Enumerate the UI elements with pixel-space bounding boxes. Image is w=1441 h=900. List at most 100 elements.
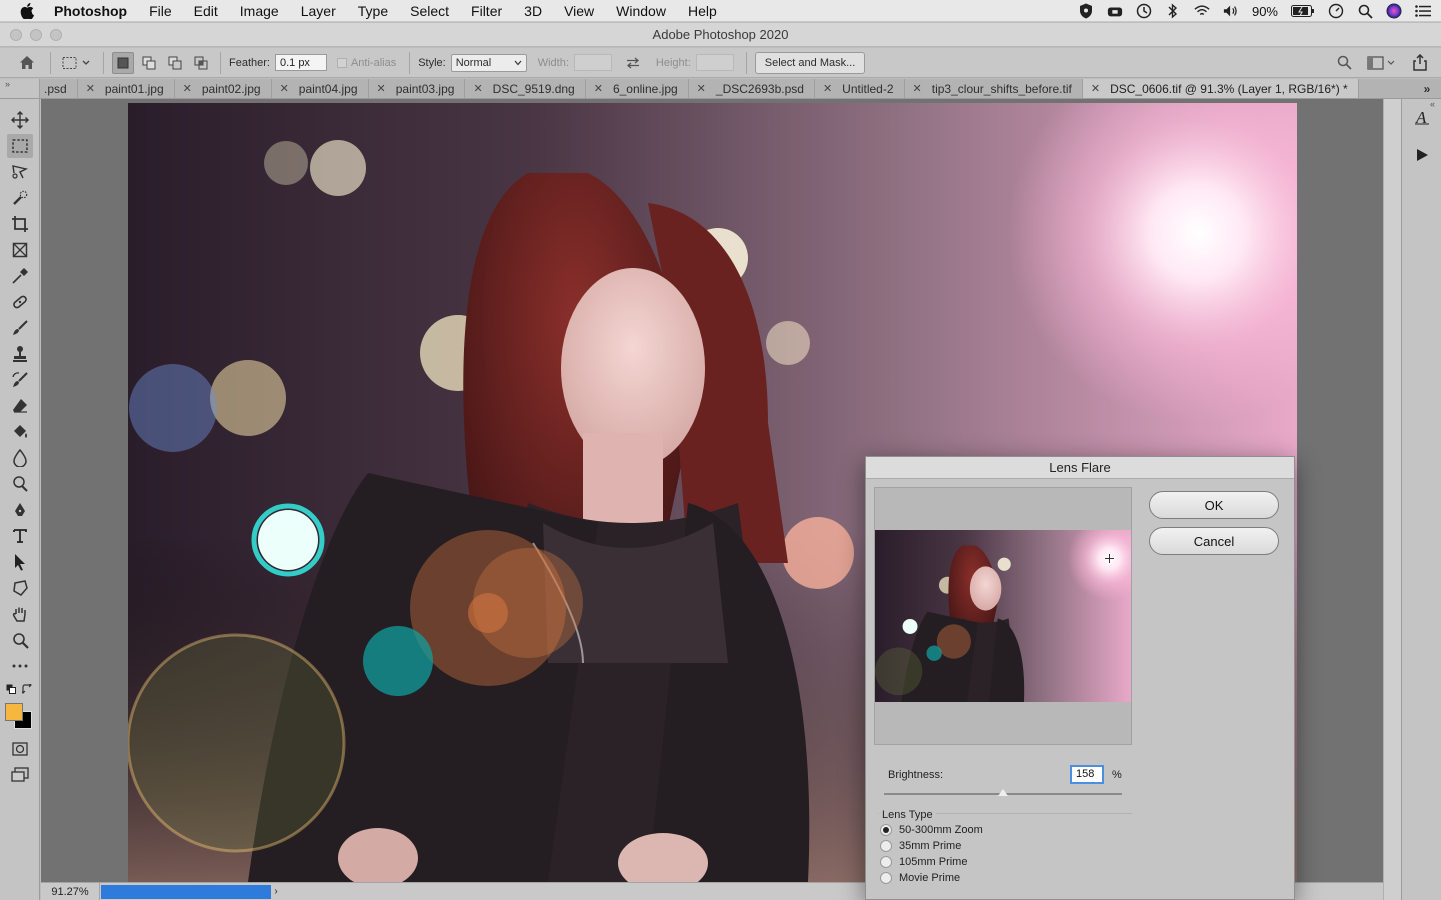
cancel-button[interactable]: Cancel [1149, 527, 1279, 555]
radio-button[interactable] [880, 824, 892, 836]
minimize-window-button[interactable] [30, 29, 42, 41]
cloud-sync-icon[interactable] [1107, 3, 1123, 19]
eraser-tool[interactable] [7, 394, 33, 418]
menu-layer[interactable]: Layer [290, 3, 347, 19]
battery-icon[interactable] [1291, 3, 1315, 19]
default-colors-button[interactable] [4, 682, 18, 696]
home-button[interactable] [16, 52, 38, 74]
volume-icon[interactable] [1223, 3, 1239, 19]
doc-tab-tip3[interactable]: ✕ tip3_clour_shifts_before.tif [905, 79, 1083, 98]
siri-icon[interactable] [1386, 3, 1402, 19]
doc-tab-paint04[interactable]: ✕ paint04.jpg [272, 79, 369, 98]
toolbox-collapse-toggle[interactable]: » [0, 79, 40, 98]
flare-preview-image[interactable] [875, 530, 1131, 702]
brightness-slider-thumb[interactable] [998, 789, 1008, 796]
menu-filter[interactable]: Filter [460, 3, 513, 19]
doc-tab-dsc9519[interactable]: ✕ DSC_9519.dng [465, 79, 586, 98]
pen-tool[interactable] [7, 498, 33, 522]
feather-input[interactable] [274, 54, 327, 71]
eyedropper-tool[interactable] [7, 264, 33, 288]
vertical-scrollbar[interactable] [1383, 99, 1401, 900]
close-tab-icon[interactable]: ✕ [280, 82, 289, 95]
menu-window[interactable]: Window [605, 3, 677, 19]
doc-tab-6online[interactable]: ✕ 6_online.jpg [586, 79, 689, 98]
shield-icon[interactable] [1078, 3, 1094, 19]
menu-edit[interactable]: Edit [183, 3, 229, 19]
menu-3d[interactable]: 3D [513, 3, 553, 19]
doc-tab-paint03[interactable]: ✕ paint03.jpg [369, 79, 466, 98]
menu-select[interactable]: Select [399, 3, 460, 19]
brightness-input[interactable]: 158 [1070, 765, 1104, 784]
menu-help[interactable]: Help [677, 3, 728, 19]
close-tab-icon[interactable]: ✕ [913, 82, 922, 95]
doc-tab-paint01[interactable]: ✕ paint01.jpg [78, 79, 175, 98]
antialias-checkbox-box[interactable] [336, 57, 347, 68]
menu-image[interactable]: Image [229, 3, 290, 19]
history-brush-tool[interactable] [7, 368, 33, 392]
paint-bucket-tool[interactable] [7, 420, 33, 444]
radio-button[interactable] [880, 856, 892, 868]
clone-stamp-tool[interactable] [7, 342, 33, 366]
doc-tab-psd[interactable]: .psd [40, 79, 78, 98]
tool-preset-picker[interactable] [59, 52, 95, 74]
doc-tab-paint02[interactable]: ✕ paint02.jpg [175, 79, 272, 98]
menu-view[interactable]: View [553, 3, 605, 19]
add-to-selection-button[interactable] [138, 52, 160, 74]
close-tab-icon[interactable]: ✕ [1091, 82, 1100, 95]
wifi-icon[interactable] [1194, 3, 1210, 19]
close-tab-icon[interactable]: ✕ [594, 82, 603, 95]
menu-app-name[interactable]: Photoshop [52, 3, 138, 19]
tab-overflow-button[interactable]: » [1413, 79, 1441, 98]
screen-mode-button[interactable] [7, 763, 33, 787]
intersect-selection-button[interactable] [190, 52, 212, 74]
menu-type[interactable]: Type [347, 3, 399, 19]
frame-tool[interactable] [7, 238, 33, 262]
bluetooth-icon[interactable] [1165, 3, 1181, 19]
status-menu-arrow[interactable]: › [271, 886, 281, 897]
radio-button[interactable] [880, 872, 892, 884]
time-machine-icon[interactable] [1136, 3, 1152, 19]
close-tab-icon[interactable]: ✕ [697, 82, 706, 95]
zoom-tool[interactable] [7, 628, 33, 652]
type-tool[interactable] [7, 524, 33, 548]
close-tab-icon[interactable]: ✕ [823, 82, 832, 95]
swap-colors-button[interactable] [20, 682, 34, 696]
height-input[interactable] [695, 54, 734, 71]
close-tab-icon[interactable]: ✕ [473, 82, 482, 95]
actions-panel-button[interactable] [1410, 143, 1434, 167]
new-selection-button[interactable] [112, 51, 134, 74]
doc-tab-dsc2693b[interactable]: ✕ _DSC2693b.psd [689, 79, 815, 98]
doc-tab-untitled2[interactable]: ✕ Untitled-2 [815, 79, 905, 98]
menu-file[interactable]: File [138, 3, 183, 19]
custom-shape-tool[interactable] [7, 576, 33, 600]
dodge-tool[interactable] [7, 472, 33, 496]
radio-button[interactable] [880, 840, 892, 852]
flare-center-crosshair-icon[interactable] [1105, 554, 1114, 563]
lens-type-option-movie[interactable]: Movie Prime [880, 872, 960, 884]
foreground-color-swatch[interactable] [5, 703, 23, 721]
subtract-from-selection-button[interactable] [164, 52, 186, 74]
swap-width-height-button[interactable] [622, 52, 644, 74]
search-button[interactable] [1333, 52, 1355, 74]
lens-type-option-35mm[interactable]: 35mm Prime [880, 840, 961, 852]
zoom-level[interactable]: 91.27% [41, 882, 100, 900]
quick-mask-button[interactable] [7, 737, 33, 761]
workspace-switcher[interactable] [1365, 52, 1399, 74]
healing-brush-tool[interactable] [7, 290, 33, 314]
doc-tab-dsc0606[interactable]: ✕ DSC_0606.tif @ 91.3% (Layer 1, RGB/16*… [1082, 79, 1359, 98]
apple-icon[interactable] [20, 2, 38, 19]
lasso-tool[interactable] [7, 160, 33, 184]
crop-tool[interactable] [7, 212, 33, 236]
path-selection-tool[interactable] [7, 550, 33, 574]
lens-type-option-105mm[interactable]: 105mm Prime [880, 856, 967, 868]
close-tab-icon[interactable]: ✕ [86, 82, 95, 95]
quick-selection-tool[interactable] [7, 186, 33, 210]
flare-preview-frame[interactable] [874, 487, 1132, 745]
ok-button[interactable]: OK [1149, 491, 1279, 519]
edit-toolbar-button[interactable] [7, 654, 33, 678]
clock-icon[interactable] [1328, 3, 1344, 19]
close-window-button[interactable] [10, 29, 22, 41]
select-and-mask-button[interactable]: Select and Mask... [754, 51, 866, 74]
close-tab-icon[interactable]: ✕ [183, 82, 192, 95]
rectangular-marquee-tool[interactable] [7, 134, 33, 158]
